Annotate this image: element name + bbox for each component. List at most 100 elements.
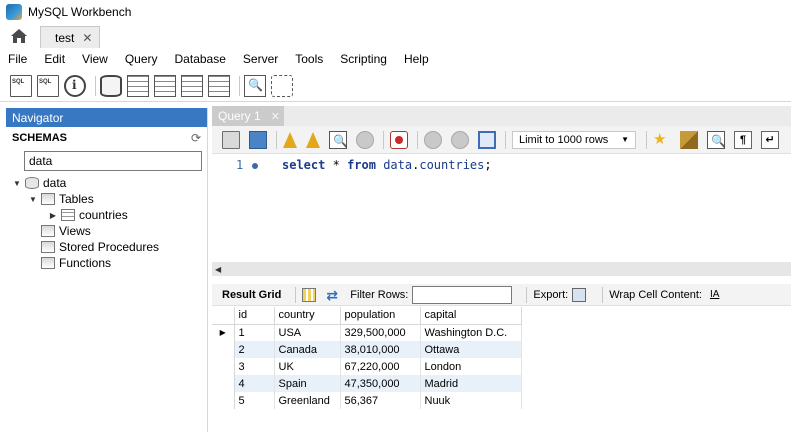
cell-population[interactable]: 47,350,000: [340, 375, 421, 392]
refresh-icon[interactable]: ⇄: [326, 288, 340, 302]
wrap-lines-icon[interactable]: ↵: [761, 130, 779, 149]
tree-item-label: Stored Procedures: [59, 240, 160, 254]
create-function-icon[interactable]: [208, 74, 230, 97]
column-header-id[interactable]: id: [234, 307, 275, 325]
column-header-capital[interactable]: capital: [420, 307, 522, 325]
menu-file[interactable]: File: [8, 52, 27, 66]
cell-country[interactable]: UK: [274, 358, 341, 375]
new-sql-tab-icon[interactable]: [10, 74, 32, 97]
cell-id[interactable]: 2: [234, 341, 275, 358]
collapse-triangle-icon[interactable]: ▶: [48, 211, 58, 220]
info-icon[interactable]: [64, 74, 86, 97]
query-tabbar: Query 1 ✕: [212, 106, 791, 126]
sql-editor[interactable]: 1 select * from data.countries;: [212, 154, 791, 262]
commit-icon[interactable]: [424, 130, 442, 149]
horizontal-scrollbar[interactable]: ◀: [212, 262, 791, 276]
connection-tab[interactable]: test ✕: [40, 26, 100, 48]
find-icon[interactable]: [707, 130, 726, 149]
cell-country[interactable]: Greenland: [274, 392, 341, 409]
tree-item-schema[interactable]: ▼ data: [6, 175, 207, 191]
cell-capital[interactable]: Nuuk: [420, 392, 522, 409]
tree-item-tables[interactable]: ▼ Tables: [6, 191, 207, 207]
tree-item-stored-procedures[interactable]: Stored Procedures: [6, 239, 207, 255]
beautify-icon[interactable]: [680, 130, 698, 149]
scroll-left-icon[interactable]: ◀: [215, 265, 221, 274]
rollback-icon[interactable]: [451, 130, 469, 149]
cell-population[interactable]: 329,500,000: [340, 324, 421, 341]
save-icon[interactable]: [249, 130, 267, 149]
invisible-chars-icon[interactable]: ¶: [734, 130, 752, 149]
query-tab[interactable]: Query 1 ✕: [212, 106, 284, 126]
table-row[interactable]: ▶ 1 USA 329,500,000 Washington D.C.: [212, 324, 522, 341]
menu-tools[interactable]: Tools: [295, 52, 323, 66]
execute-current-statement-icon[interactable]: [306, 131, 320, 148]
open-sql-script-icon[interactable]: [37, 74, 59, 97]
column-header-population[interactable]: population: [340, 307, 421, 325]
connection-tabbar: test ✕: [0, 24, 791, 48]
cell-id[interactable]: 1: [234, 324, 275, 341]
stop-icon[interactable]: [356, 130, 374, 149]
filter-rows-input[interactable]: [412, 285, 513, 304]
create-schema-icon[interactable]: [100, 74, 122, 97]
limit-rows-select[interactable]: Limit to 1000 rows ▼: [512, 130, 636, 149]
result-grid-label[interactable]: Result Grid: [222, 289, 281, 301]
cell-capital[interactable]: Ottawa: [420, 341, 522, 358]
explain-icon[interactable]: [329, 130, 348, 149]
search-table-data-icon[interactable]: [244, 74, 266, 97]
cell-population[interactable]: 38,010,000: [340, 341, 421, 358]
menu-query[interactable]: Query: [125, 52, 158, 66]
menu-server[interactable]: Server: [243, 52, 278, 66]
query-tab-label: Query 1: [218, 109, 261, 123]
create-view-icon[interactable]: [154, 74, 176, 97]
table-row[interactable]: 2 Canada 38,010,000 Ottawa: [212, 341, 522, 358]
menu-scripting[interactable]: Scripting: [340, 52, 387, 66]
menu-help[interactable]: Help: [404, 52, 429, 66]
cell-capital[interactable]: Madrid: [420, 375, 522, 392]
connection-tab-label: test: [55, 30, 75, 45]
export-icon[interactable]: [572, 287, 587, 302]
cell-population[interactable]: 56,367: [340, 392, 421, 409]
cell-id[interactable]: 5: [234, 392, 275, 409]
result-toolbar: Result Grid ⇄ Filter Rows: Export: Wrap …: [212, 284, 791, 306]
cell-country[interactable]: Canada: [274, 341, 341, 358]
add-snippet-icon[interactable]: ★: [653, 131, 671, 149]
cell-country[interactable]: USA: [274, 324, 341, 341]
create-table-icon[interactable]: [127, 74, 149, 97]
menu-edit[interactable]: Edit: [44, 52, 65, 66]
menu-database[interactable]: Database: [175, 52, 226, 66]
cell-capital[interactable]: London: [420, 358, 522, 375]
refresh-icon[interactable]: ⟳: [191, 131, 201, 145]
schema-search-input[interactable]: data: [24, 151, 202, 171]
expand-triangle-icon[interactable]: ▼: [28, 195, 38, 204]
wrap-cell-icon[interactable]: IA: [710, 289, 719, 300]
cell-id[interactable]: 4: [234, 375, 275, 392]
cell-id[interactable]: 3: [234, 358, 275, 375]
home-button[interactable]: [0, 24, 38, 48]
tree-item-label: Functions: [59, 256, 112, 270]
main-toolbar: [0, 70, 791, 102]
sql-code-line[interactable]: select * from data.countries;: [282, 158, 492, 172]
tree-item-views[interactable]: Views: [6, 223, 207, 239]
close-icon[interactable]: ✕: [82, 31, 92, 45]
reconnect-icon[interactable]: [271, 74, 293, 97]
workbench-logo-icon: [6, 4, 22, 20]
cell-country[interactable]: Spain: [274, 375, 341, 392]
menu-view[interactable]: View: [82, 52, 108, 66]
query-toolbar: Limit to 1000 rows ▼ ★ ¶ ↵: [212, 126, 791, 154]
table-row[interactable]: 4 Spain 47,350,000 Madrid: [212, 375, 522, 392]
execute-icon[interactable]: [283, 131, 297, 148]
table-row[interactable]: 3 UK 67,220,000 London: [212, 358, 522, 375]
open-file-icon[interactable]: [222, 130, 240, 149]
stop-on-error-icon[interactable]: [390, 130, 408, 149]
autocommit-toggle-icon[interactable]: [478, 130, 496, 149]
cell-population[interactable]: 67,220,000: [340, 358, 421, 375]
expand-triangle-icon[interactable]: ▼: [12, 179, 22, 188]
column-header-country[interactable]: country: [274, 307, 341, 325]
grid-view-icon[interactable]: [302, 287, 317, 302]
cell-capital[interactable]: Washington D.C.: [420, 324, 522, 341]
close-icon[interactable]: ✕: [271, 110, 280, 123]
create-procedure-icon[interactable]: [181, 74, 203, 97]
tree-item-countries[interactable]: ▶ countries: [6, 207, 207, 223]
table-row[interactable]: 5 Greenland 56,367 Nuuk: [212, 392, 522, 409]
tree-item-functions[interactable]: Functions: [6, 255, 207, 271]
